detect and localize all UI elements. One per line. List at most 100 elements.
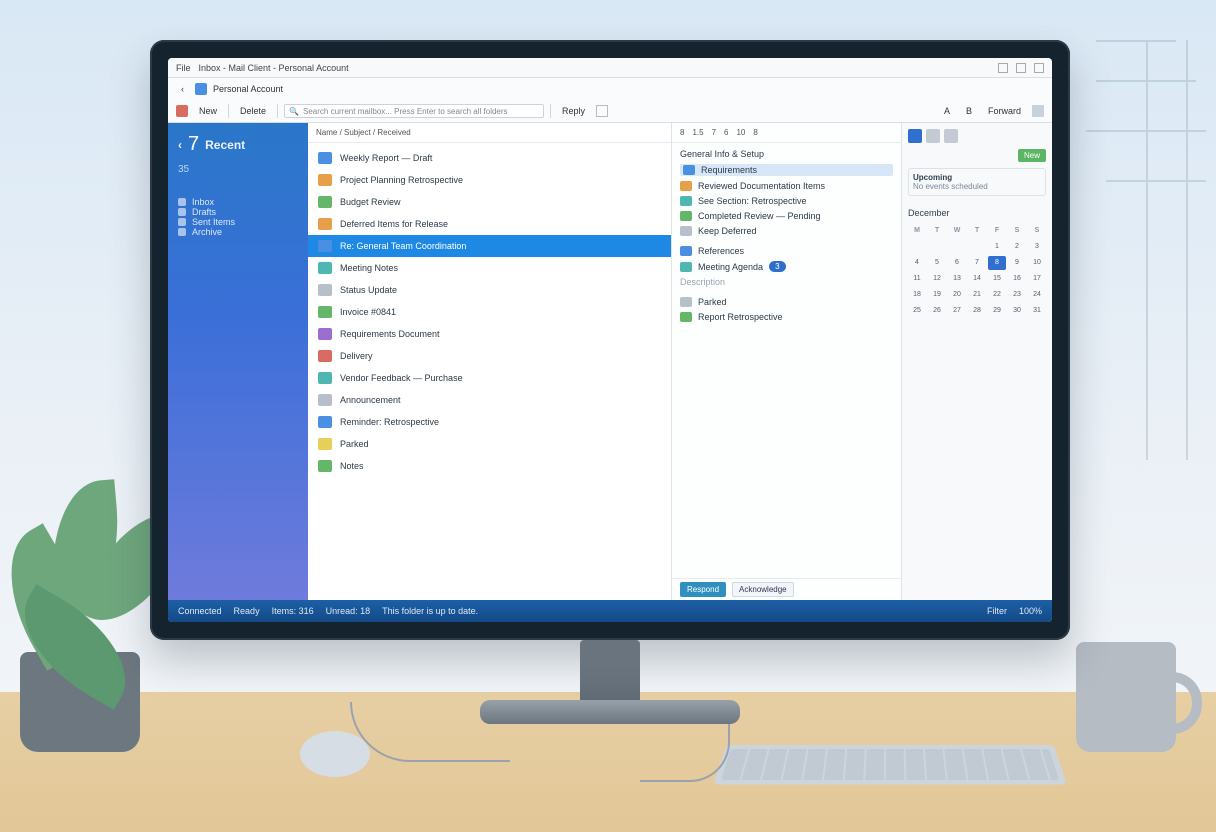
calendar-day[interactable]: 8 xyxy=(988,256,1006,270)
reply-all-icon[interactable] xyxy=(596,105,608,117)
list-row[interactable]: Invoice #0841 xyxy=(308,301,671,323)
list-row[interactable]: Notes xyxy=(308,455,671,477)
calendar-day[interactable]: 13 xyxy=(948,272,966,286)
reading-pane: 81.576108 General Info & SetupRequiremen… xyxy=(672,123,902,600)
calendar-day[interactable]: 17 xyxy=(1028,272,1046,286)
cal-people-icon[interactable] xyxy=(926,129,940,143)
list-row[interactable]: Delivery xyxy=(308,345,671,367)
calendar-day[interactable]: 22 xyxy=(988,288,1006,302)
reading-row-label: See Section: Retrospective xyxy=(698,196,807,206)
menu-file[interactable]: File xyxy=(176,63,191,73)
calendar-day[interactable]: 9 xyxy=(1008,256,1026,270)
search-placeholder: Search current mailbox... Press Enter to… xyxy=(303,107,508,116)
calendar-day[interactable]: 23 xyxy=(1008,288,1026,302)
calendar-day[interactable]: 31 xyxy=(1028,304,1046,318)
delete-button[interactable]: Delete xyxy=(235,104,271,118)
forward-button[interactable]: Forward xyxy=(983,104,1026,118)
reading-row[interactable]: Completed Review — Pending xyxy=(680,211,893,221)
list-row[interactable]: Parked xyxy=(308,433,671,455)
list-row[interactable]: Meeting Notes xyxy=(308,257,671,279)
list-row[interactable]: Budget Review xyxy=(308,191,671,213)
cal-mail-icon[interactable] xyxy=(908,129,922,143)
calendar-day[interactable]: 2 xyxy=(1008,240,1026,254)
calendar-day[interactable]: 25 xyxy=(908,304,926,318)
reading-header-cell: 8 xyxy=(680,128,684,137)
new-button[interactable]: New xyxy=(194,104,222,118)
ribbon-small-b[interactable]: B xyxy=(961,104,977,118)
list-row[interactable]: Weekly Report — Draft xyxy=(308,147,671,169)
sidebar-item[interactable]: Inbox xyxy=(178,197,298,207)
list-row[interactable]: Announcement xyxy=(308,389,671,411)
calendar-day[interactable]: 1 xyxy=(988,240,1006,254)
reading-row[interactable]: Requirements xyxy=(680,164,893,176)
reading-row[interactable]: Report Retrospective xyxy=(680,312,893,322)
calendar-day[interactable]: 21 xyxy=(968,288,986,302)
window-maximize-button[interactable] xyxy=(1016,63,1026,73)
calendar-day[interactable]: 29 xyxy=(988,304,1006,318)
reading-row-icon xyxy=(680,312,692,322)
sidebar-item[interactable]: Drafts xyxy=(178,207,298,217)
list-row[interactable]: Status Update xyxy=(308,279,671,301)
list-row[interactable]: Vendor Feedback — Purchase xyxy=(308,367,671,389)
list-row[interactable]: Project Planning Retrospective xyxy=(308,169,671,191)
sidebar-item[interactable]: Archive xyxy=(178,227,298,237)
calendar-day[interactable]: 26 xyxy=(928,304,946,318)
calendar-day[interactable]: 19 xyxy=(928,288,946,302)
search-input[interactable]: 🔍 Search current mailbox... Press Enter … xyxy=(284,104,544,118)
list-row[interactable]: Deferred Items for Release xyxy=(308,213,671,235)
calendar-day[interactable]: 11 xyxy=(908,272,926,286)
status-zoom[interactable]: 100% xyxy=(1019,606,1042,616)
sidebar-item[interactable]: Sent Items xyxy=(178,217,298,227)
calendar-new-button[interactable]: New xyxy=(1018,149,1046,162)
calendar-day[interactable]: 14 xyxy=(968,272,986,286)
calendar-day[interactable]: 28 xyxy=(968,304,986,318)
calendar-day[interactable]: 3 xyxy=(1028,240,1046,254)
reading-row[interactable]: Meeting Agenda3 xyxy=(680,261,893,272)
reading-row[interactable]: Description xyxy=(680,277,893,287)
calendar-day[interactable]: 15 xyxy=(988,272,1006,286)
calendar-day[interactable]: 18 xyxy=(908,288,926,302)
calendar-day[interactable]: 4 xyxy=(908,256,926,270)
window-close-button[interactable] xyxy=(1034,63,1044,73)
reading-row[interactable]: Parked xyxy=(680,297,893,307)
mail-item-icon xyxy=(318,174,332,186)
message-list[interactable]: Weekly Report — Draft Project Planning Re… xyxy=(308,143,671,600)
list-row[interactable]: Requirements Document xyxy=(308,323,671,345)
calendar-day[interactable]: 24 xyxy=(1028,288,1046,302)
reading-row[interactable]: Keep Deferred xyxy=(680,226,893,236)
reading-row-label: Requirements xyxy=(701,165,757,175)
calendar-day[interactable]: 7 xyxy=(968,256,986,270)
reading-row[interactable]: Reviewed Documentation Items xyxy=(680,181,893,191)
list-row-label: Project Planning Retrospective xyxy=(340,175,463,185)
window-minimize-button[interactable] xyxy=(998,63,1008,73)
more-icon[interactable] xyxy=(1032,105,1044,117)
calendar-day[interactable]: 5 xyxy=(928,256,946,270)
reading-row-label: Report Retrospective xyxy=(698,312,783,322)
calendar-day[interactable]: 30 xyxy=(1008,304,1026,318)
ribbon-tab-home[interactable]: Personal Account xyxy=(213,84,283,94)
calendar-day[interactable]: 27 xyxy=(948,304,966,318)
list-column-header[interactable]: Name / Subject / Received xyxy=(308,123,671,143)
list-row[interactable]: Reminder: Retrospective xyxy=(308,411,671,433)
cal-tasks-icon[interactable] xyxy=(944,129,958,143)
sidebar-back[interactable]: ‹ 7 Recent xyxy=(178,133,298,156)
ribbon-small-a[interactable]: A xyxy=(939,104,955,118)
reading-row[interactable]: References xyxy=(680,246,893,256)
calendar-day[interactable]: 10 xyxy=(1028,256,1046,270)
calendar-day xyxy=(1028,320,1046,334)
acknowledge-button[interactable]: Acknowledge xyxy=(732,582,794,597)
status-filter[interactable]: Filter xyxy=(987,606,1007,616)
calendar-day[interactable]: 16 xyxy=(1008,272,1026,286)
reading-row[interactable]: General Info & Setup xyxy=(680,149,893,159)
list-row[interactable]: Re: General Team Coordination xyxy=(308,235,671,257)
reply-button[interactable]: Reply xyxy=(557,104,590,118)
calendar-day[interactable]: 6 xyxy=(948,256,966,270)
ribbon-back-button[interactable]: ‹ xyxy=(176,82,189,96)
reading-row-label: Keep Deferred xyxy=(698,226,757,236)
respond-button[interactable]: Respond xyxy=(680,582,726,597)
calendar-day[interactable]: 20 xyxy=(948,288,966,302)
calendar-day[interactable]: 12 xyxy=(928,272,946,286)
reading-row[interactable]: See Section: Retrospective xyxy=(680,196,893,206)
mini-calendar[interactable]: MTWTFSS123456789101112131415161718192021… xyxy=(908,224,1046,334)
screen: File Inbox - Mail Client - Personal Acco… xyxy=(168,58,1052,622)
